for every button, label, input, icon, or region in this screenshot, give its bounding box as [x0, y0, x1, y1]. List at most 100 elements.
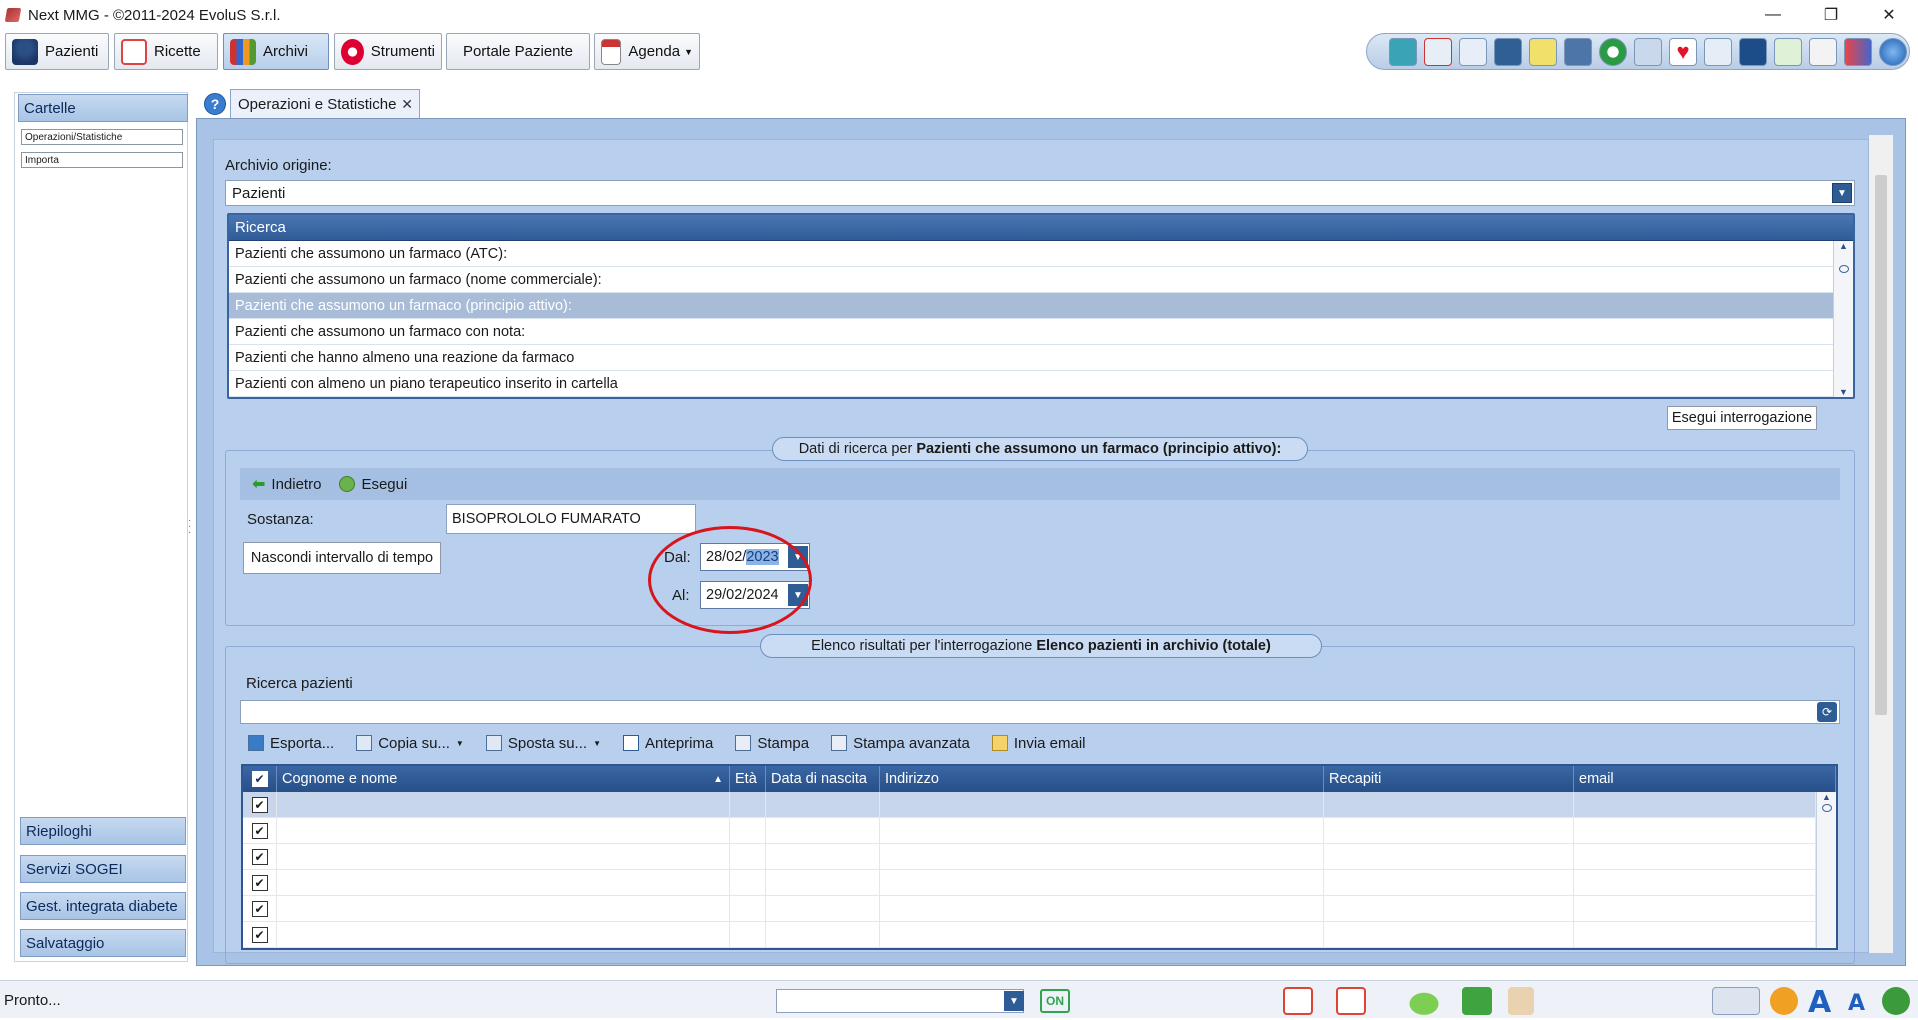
- esegui-button[interactable]: Esegui: [339, 476, 407, 493]
- archivi-button[interactable]: Archivi: [223, 33, 329, 70]
- ricette-button[interactable]: Ricette: [114, 33, 218, 70]
- plus-icon[interactable]: [1599, 37, 1627, 66]
- help-menu-icon[interactable]: [1712, 987, 1760, 1015]
- strumenti-button[interactable]: Strumenti: [334, 33, 442, 70]
- esporta-button[interactable]: Esporta...: [248, 735, 334, 752]
- ricerca-header: Ricerca: [229, 215, 1853, 241]
- row-checkbox[interactable]: ✔: [251, 927, 268, 943]
- pharmacy-icon[interactable]: [1529, 37, 1557, 66]
- help-icon[interactable]: ?: [204, 93, 226, 115]
- select-all-checkbox[interactable]: ✔: [251, 771, 268, 787]
- restore-button[interactable]: ❐: [1802, 0, 1860, 30]
- sostanza-input[interactable]: BISOPROLOLO FUMARATO: [446, 504, 696, 534]
- body-icon[interactable]: [1739, 37, 1767, 66]
- table-row[interactable]: ✔: [243, 792, 1836, 818]
- shield-icon[interactable]: [1494, 37, 1522, 66]
- agenda-button[interactable]: Agenda ▼: [594, 33, 700, 70]
- ricette-label: Ricette: [154, 43, 201, 60]
- book-icon[interactable]: [1459, 37, 1487, 66]
- minimize-button[interactable]: —: [1744, 0, 1802, 30]
- tab-operazioni-statistiche[interactable]: Operazioni e Statistiche ✕: [230, 89, 420, 119]
- col-label: Cognome e nome: [282, 771, 398, 787]
- sidebar-item-operazioni-statistiche[interactable]: Operazioni/Statistiche: [21, 129, 183, 145]
- row-checkbox[interactable]: ✔: [251, 875, 268, 891]
- archive-books-icon: [230, 38, 256, 65]
- column-cognome-nome[interactable]: Cognome e nome ▲: [277, 766, 730, 792]
- font-increase-icon[interactable]: A: [1808, 985, 1831, 1020]
- copy-icon: [356, 735, 373, 751]
- pazienti-button[interactable]: Pazienti: [5, 33, 109, 70]
- servizi-sogei-header[interactable]: Servizi SOGEI: [20, 855, 186, 883]
- sync-icon[interactable]: [1283, 987, 1313, 1015]
- chevron-down-icon[interactable]: ▼: [1832, 183, 1852, 203]
- salvataggio-header[interactable]: Salvataggio: [20, 929, 186, 957]
- sync-secondary-icon[interactable]: [1336, 987, 1366, 1015]
- column-data-nascita[interactable]: Data di nascita: [766, 766, 880, 792]
- main-scrollbar[interactable]: [1869, 135, 1893, 953]
- column-indirizzo[interactable]: Indirizzo: [880, 766, 1324, 792]
- gest-diabete-header[interactable]: Gest. integrata diabete: [20, 892, 186, 920]
- sposta-su-button[interactable]: Sposta su... ▼: [485, 735, 601, 752]
- select-all-column[interactable]: ✔: [243, 766, 277, 792]
- card-reader-icon[interactable]: [1462, 987, 1492, 1015]
- indietro-button[interactable]: ⬅ Indietro: [252, 474, 321, 494]
- esegui-interrogazione-button[interactable]: Esegui interrogazione: [1667, 406, 1817, 430]
- row-checkbox[interactable]: ✔: [251, 901, 268, 917]
- list-item-selected[interactable]: Pazienti che assumono un farmaco (princi…: [229, 293, 1834, 319]
- list-item[interactable]: Pazienti che assumono un farmaco con not…: [229, 319, 1834, 345]
- table-row[interactable]: ✔: [243, 870, 1836, 896]
- tools-icon[interactable]: [1844, 37, 1872, 66]
- on-toggle[interactable]: ON: [1040, 989, 1070, 1013]
- ricerca-pazienti-input[interactable]: ⟳: [240, 700, 1840, 724]
- column-eta[interactable]: Età: [730, 766, 766, 792]
- close-window-button[interactable]: ✕: [1860, 0, 1918, 30]
- chart-icon[interactable]: [1704, 37, 1732, 66]
- list-item[interactable]: Pazienti con almeno un piano terapeutico…: [229, 371, 1834, 397]
- portale-paziente-button[interactable]: Portale Paziente: [446, 33, 590, 70]
- close-tab-icon[interactable]: ✕: [401, 96, 413, 113]
- invia-email-button[interactable]: Invia email: [991, 735, 1086, 752]
- nascondi-intervallo-button[interactable]: Nascondi intervallo di tempo: [243, 542, 441, 574]
- document-icon[interactable]: [1774, 37, 1802, 66]
- globe-icon[interactable]: [1879, 37, 1907, 66]
- row-checkbox[interactable]: ✔: [251, 797, 268, 813]
- monitor-icon[interactable]: [1564, 37, 1592, 66]
- ricerca-scrollbar[interactable]: ▲ ▼: [1833, 241, 1853, 397]
- status-select[interactable]: ▼: [776, 989, 1024, 1013]
- table-row[interactable]: ✔: [243, 818, 1836, 844]
- riepiloghi-header[interactable]: Riepiloghi: [20, 817, 186, 845]
- main-toolbar: Pazienti Ricette Archivi Strumenti Porta…: [0, 30, 1918, 76]
- refresh-status-icon[interactable]: [1882, 987, 1910, 1015]
- info-icon[interactable]: [1770, 987, 1798, 1015]
- cartelle-header[interactable]: Cartelle: [18, 94, 188, 122]
- chevron-down-icon[interactable]: ▼: [1004, 991, 1024, 1011]
- table-row[interactable]: ✔: [243, 896, 1836, 922]
- stampa-button[interactable]: Stampa: [735, 735, 809, 752]
- panel-splitter[interactable]: · · ·: [188, 516, 192, 538]
- list-item[interactable]: Pazienti che assumono un farmaco (ATC):: [229, 241, 1834, 267]
- table-scrollbar[interactable]: ▲: [1816, 792, 1836, 948]
- refresh-icon[interactable]: ⟳: [1817, 702, 1837, 722]
- heart-icon[interactable]: ♥: [1669, 37, 1697, 66]
- font-decrease-icon[interactable]: A: [1848, 991, 1865, 1016]
- archivio-origine-select[interactable]: Pazienti ▼: [225, 180, 1855, 206]
- copia-su-button[interactable]: Copia su... ▼: [356, 735, 464, 752]
- row-checkbox[interactable]: ✔: [251, 849, 268, 865]
- table-row[interactable]: ✔: [243, 844, 1836, 870]
- table-row[interactable]: ✔: [243, 922, 1836, 948]
- image-icon[interactable]: [1389, 37, 1417, 66]
- cloud-icon[interactable]: [1402, 987, 1446, 1015]
- ricerca-pazienti-label: Ricerca pazienti: [246, 675, 353, 692]
- sidebar-item-importa[interactable]: Importa: [21, 152, 183, 168]
- row-checkbox[interactable]: ✔: [251, 823, 268, 839]
- card-icon[interactable]: [1634, 37, 1662, 66]
- list-item[interactable]: Pazienti che assumono un farmaco (nome c…: [229, 267, 1834, 293]
- list-icon[interactable]: [1809, 37, 1837, 66]
- stampa-avanzata-button[interactable]: Stampa avanzata: [831, 735, 970, 752]
- doctor-icon[interactable]: [1508, 987, 1534, 1015]
- syringe-icon[interactable]: [1424, 37, 1452, 66]
- column-recapiti[interactable]: Recapiti: [1324, 766, 1574, 792]
- list-item[interactable]: Pazienti che hanno almeno una reazione d…: [229, 345, 1834, 371]
- column-email[interactable]: email: [1574, 766, 1836, 792]
- anteprima-button[interactable]: Anteprima: [622, 735, 713, 752]
